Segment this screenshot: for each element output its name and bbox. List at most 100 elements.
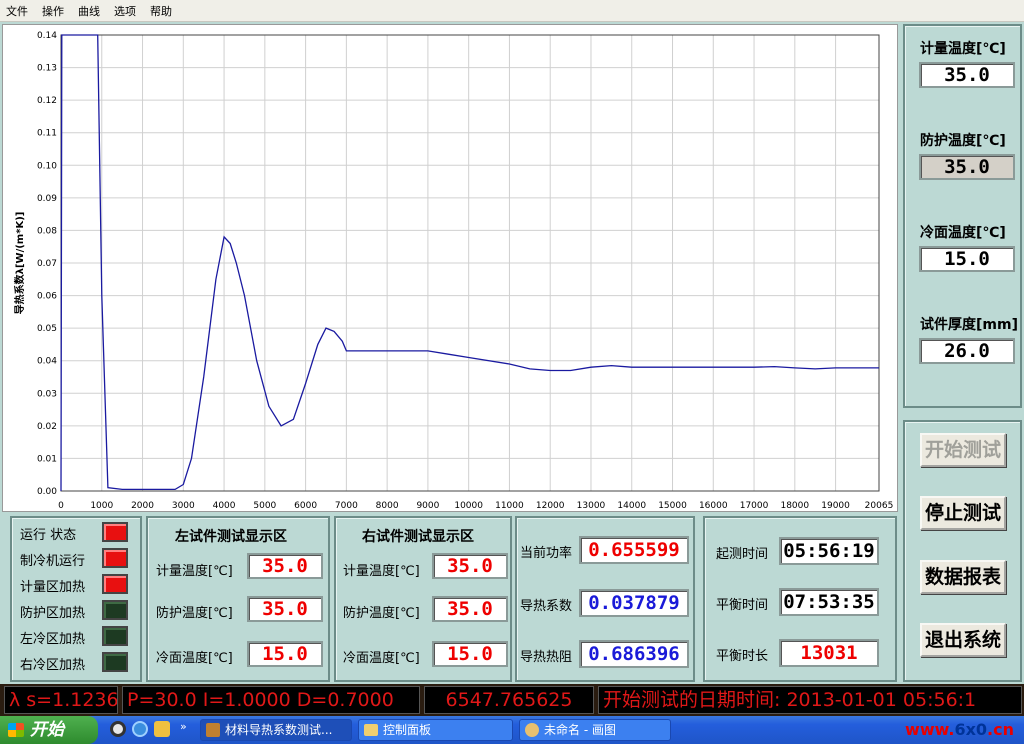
left-cold-temp-label: 冷面温度[℃]	[156, 651, 233, 666]
status-led-right-cold	[102, 652, 128, 672]
taskbar-item-label: 材料导热系数测试...	[225, 723, 333, 737]
x-tick-label: 3000	[172, 501, 195, 511]
right-cold-temp-display: 15.0	[432, 641, 508, 667]
guard-temp-label: 防护温度[℃]	[920, 133, 1006, 149]
x-tick-label: 17000	[740, 501, 769, 511]
meter-temp-label: 计量温度[℃]	[920, 41, 1006, 57]
left-meter-temp-display: 35.0	[247, 553, 323, 579]
meter-temp-display: 35.0	[919, 62, 1015, 88]
x-tick-label: 15000	[658, 501, 687, 511]
current-power-label: 当前功率	[520, 546, 573, 561]
x-tick-label: 18000	[780, 501, 809, 511]
status-led-running	[102, 522, 128, 542]
right-meter-temp-label: 计量温度[℃]	[343, 564, 420, 579]
left-meter-temp-label: 计量温度[℃]	[156, 564, 233, 579]
menu-curve[interactable]: 曲线	[78, 3, 100, 19]
right-guard-temp-display: 35.0	[432, 596, 508, 622]
balance-duration-label: 平衡时长	[716, 649, 769, 664]
status-label-left-cold: 左冷区加热	[20, 632, 86, 647]
balance-time-display: 07:53:35	[779, 588, 879, 616]
taskbar-item-label: 控制面板	[383, 723, 432, 737]
taskbar-item-control-panel[interactable]: 控制面板	[358, 719, 513, 741]
watermark-prefix: www.	[905, 720, 955, 739]
status-led-guard-heat	[102, 600, 128, 620]
watermark: www.6x0.cn	[905, 720, 1014, 739]
start-time-display: 05:56:19	[779, 537, 879, 565]
x-tick-label: 6000	[294, 501, 317, 511]
taskbar-item-paint[interactable]: 未命名 - 画图	[519, 719, 671, 741]
y-tick-label: 0.10	[37, 161, 57, 171]
y-tick-label: 0.08	[37, 226, 57, 236]
x-tick-label: 10000	[454, 501, 483, 511]
x-tick-label: 12000	[536, 501, 565, 511]
menu-help[interactable]: 帮助	[150, 3, 172, 19]
x-tick-label: 13000	[577, 501, 606, 511]
pid-params-readout: P=30.0 I=1.0000 D=0.7000	[122, 686, 420, 714]
y-axis-label: 导热系数λ[W/(m*K)]	[13, 212, 26, 315]
taskbar-item-label: 未命名 - 画图	[544, 723, 616, 737]
chevron-right-icon[interactable]: »	[180, 720, 187, 733]
menu-operate[interactable]: 操作	[42, 3, 64, 19]
menu-options[interactable]: 选项	[114, 3, 136, 19]
y-tick-label: 0.14	[37, 31, 57, 41]
y-tick-label: 0.04	[37, 357, 57, 367]
y-tick-label: 0.11	[37, 129, 57, 139]
x-tick-label: 5000	[253, 501, 276, 511]
status-label-right-cold: 右冷区加热	[20, 658, 86, 673]
conductivity-label: 导热系数	[520, 599, 573, 614]
status-label-running: 运行 状态	[20, 528, 77, 543]
y-tick-label: 0.13	[37, 64, 57, 74]
right-guard-temp-label: 防护温度[℃]	[343, 606, 420, 621]
taskbar-item-app[interactable]: 材料导热系数测试...	[200, 719, 352, 741]
folder-icon	[364, 724, 378, 736]
status-led-chiller	[102, 548, 128, 568]
media-player-icon[interactable]	[110, 721, 126, 737]
right-sample-title: 右试件测试显示区	[362, 529, 474, 545]
y-tick-label: 0.02	[37, 422, 57, 432]
x-tick-label: 0	[58, 501, 64, 511]
x-tick-label: 14000	[617, 501, 646, 511]
menu-file[interactable]: 文件	[6, 3, 28, 19]
status-led-left-cold	[102, 626, 128, 646]
x-tick-label: 2000	[131, 501, 154, 511]
lambda-s-readout: λ s=1.1236	[4, 686, 118, 714]
x-tick-label: 8000	[376, 501, 399, 511]
windows-logo-icon	[8, 723, 24, 737]
balance-time-label: 平衡时间	[716, 598, 769, 613]
ie-browser-icon[interactable]	[132, 721, 148, 737]
x-tick-label: 20065	[865, 501, 894, 511]
x-tick-label: 7000	[335, 501, 358, 511]
start-button[interactable]: 开始	[0, 716, 98, 744]
left-guard-temp-display: 35.0	[247, 596, 323, 622]
status-label-meter-heat: 计量区加热	[20, 580, 86, 595]
status-bar: λ s=1.1236 P=30.0 I=1.0000 D=0.7000 6547…	[0, 684, 1024, 716]
status-label-chiller: 制冷机运行	[20, 554, 86, 569]
y-tick-label: 0.06	[37, 292, 57, 302]
value-readout: 6547.765625	[424, 686, 594, 714]
status-label-guard-heat: 防护区加热	[20, 606, 86, 621]
stop-test-button[interactable]: 停止测试	[920, 496, 1006, 530]
thickness-input[interactable]: 26.0	[919, 338, 1015, 364]
start-label: 开始	[30, 720, 64, 740]
x-tick-label: 1000	[90, 501, 113, 511]
conductivity-chart: 0 1000 2000 3000 4000 5000 6000 7000 8000 9000 100…	[13, 31, 894, 511]
data-report-button[interactable]: 数据报表	[920, 560, 1006, 594]
x-tick-label: 4000	[213, 501, 236, 511]
cold-temp-label: 冷面温度[℃]	[920, 225, 1006, 241]
start-datetime-readout: 开始测试的日期时间: 2013-01-01 05:56:1	[598, 686, 1022, 714]
chart-area: 0 1000 2000 3000 4000 5000 6000 7000 8000 9000 100…	[2, 24, 898, 512]
exit-system-button[interactable]: 退出系统	[920, 623, 1006, 657]
conductivity-display: 0.037879	[579, 589, 689, 617]
watermark-core: 6x0	[954, 720, 988, 739]
windows-taskbar: 开始 » 材料导热系数测试... 控制面板 未命名 - 画图 www.6x0.c…	[0, 716, 1024, 744]
watermark-suffix: .cn	[987, 720, 1014, 739]
y-tick-label: 0.03	[37, 389, 57, 399]
x-tick-label: 16000	[699, 501, 728, 511]
left-sample-title: 左试件测试显示区	[175, 529, 287, 545]
app-window: 文件 操作 曲线 选项 帮助 0 1000 2000 3000 4000 5000 6000…	[0, 0, 1024, 744]
paint-icon	[525, 723, 539, 737]
start-time-label: 起测时间	[716, 547, 769, 562]
explorer-icon[interactable]	[154, 721, 170, 737]
x-tick-label: 19000	[821, 501, 850, 511]
start-test-button[interactable]: 开始测试	[920, 433, 1006, 467]
